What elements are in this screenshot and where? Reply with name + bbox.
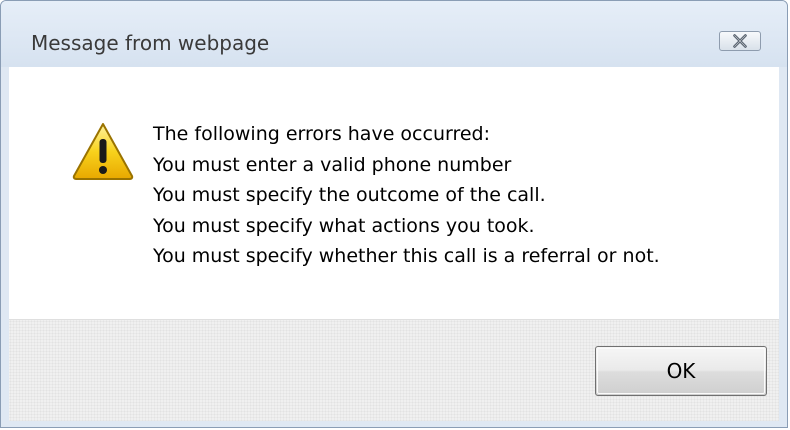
message-line: You must specify what actions you took. (153, 214, 535, 237)
message-line: You must specify the outcome of the call… (153, 184, 546, 206)
title-bar[interactable]: Message from webpage (1, 1, 787, 67)
message-dialog: Message from webpage The following error… (0, 0, 788, 428)
close-button[interactable] (719, 31, 761, 51)
close-icon (733, 34, 747, 48)
message-line: You must specify whether this call is a … (153, 245, 660, 267)
dialog-content: The following errors have occurred: You … (9, 67, 779, 319)
warning-icon (72, 123, 134, 180)
message-line: You must enter a valid phone number (153, 153, 512, 176)
ok-button[interactable]: OK (595, 346, 767, 396)
dialog-title: Message from webpage (31, 31, 270, 55)
message-heading: The following errors have occurred: (153, 123, 491, 145)
error-message-list: The following errors have occurred: You … (153, 119, 660, 272)
ok-button-label: OK (666, 359, 696, 383)
dialog-footer: OK (9, 319, 779, 421)
